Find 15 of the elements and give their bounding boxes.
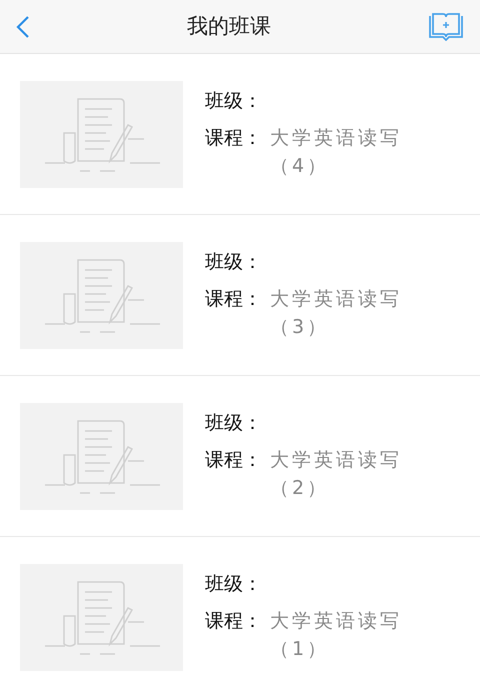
- class-label: 班级：: [205, 251, 262, 274]
- course-label: 课程：: [205, 126, 262, 151]
- class-label: 班级：: [205, 412, 262, 434]
- course-label: 课程：: [205, 448, 262, 473]
- course-label: 课程：: [205, 286, 262, 312]
- class-label: 班级：: [205, 90, 262, 112]
- course-name: 大学英语读写（1）: [270, 608, 403, 662]
- course-name: 大学英语读写（3）: [270, 286, 403, 340]
- class-label: 班级：: [205, 573, 262, 596]
- back-icon[interactable]: [16, 14, 30, 38]
- course-name: 大学英语读写（2）: [270, 448, 403, 502]
- book-add-icon[interactable]: [428, 12, 464, 40]
- page-title: 我的班课: [187, 12, 271, 40]
- course-label: 课程：: [205, 608, 262, 634]
- course-name: 大学英语读写（4）: [270, 126, 403, 180]
